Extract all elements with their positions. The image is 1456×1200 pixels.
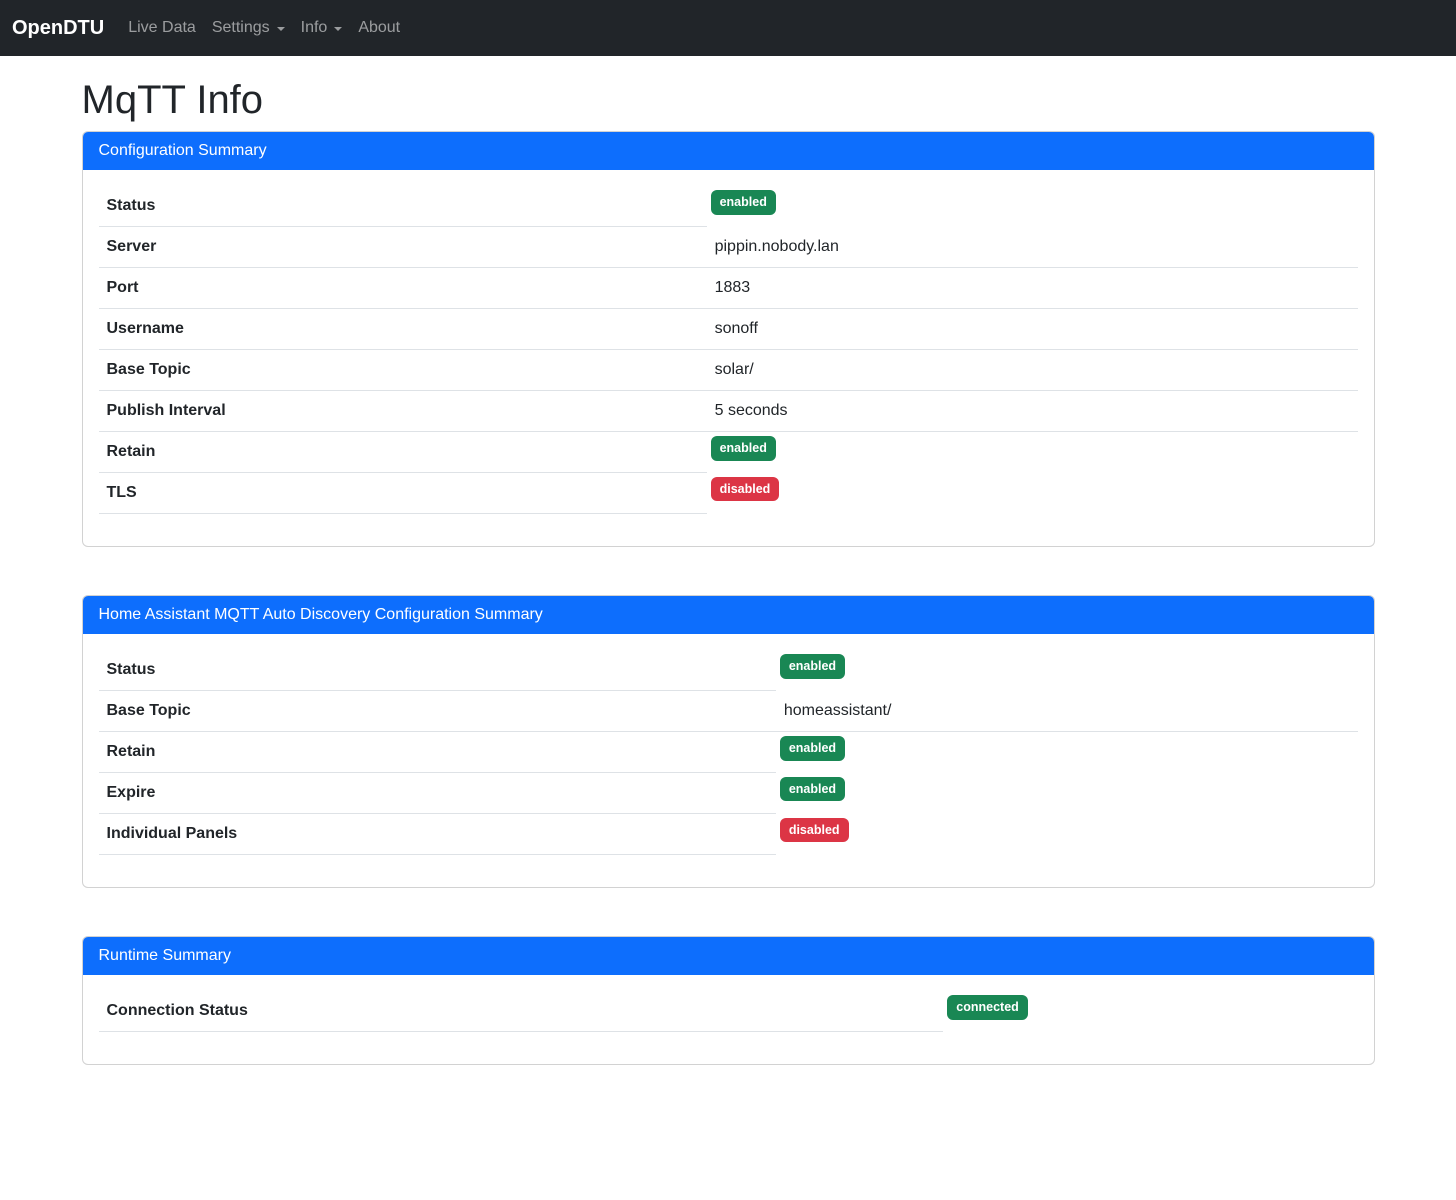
row-value: 1883 xyxy=(707,268,1358,309)
row-label: Base Topic xyxy=(99,691,776,732)
card-header-configuration-summary: Configuration Summary xyxy=(83,132,1374,170)
table-row: Base Topic homeassistant/ xyxy=(99,691,1358,732)
row-value: solar/ xyxy=(707,350,1358,391)
table-row: Username sonoff xyxy=(99,309,1358,350)
row-value: 5 seconds xyxy=(707,391,1358,432)
status-badge: disabled xyxy=(711,477,780,502)
status-badge: enabled xyxy=(780,736,845,761)
row-label: Connection Status xyxy=(99,991,944,1032)
nav-item-info[interactable]: Info xyxy=(293,11,351,45)
nav-item-settings-label: Settings xyxy=(212,19,270,37)
chevron-down-icon xyxy=(334,27,342,31)
card-body: Status enabled Server pippin.nobody.lan … xyxy=(83,170,1374,546)
row-value: pippin.nobody.lan xyxy=(707,227,1358,268)
nav-item-settings[interactable]: Settings xyxy=(204,11,293,45)
row-label: Expire xyxy=(99,773,776,814)
card-body: Connection Status connected xyxy=(83,975,1374,1064)
nav-item-about[interactable]: About xyxy=(350,11,408,45)
main-content: MqTT Info Configuration Summary Status e… xyxy=(82,77,1375,1065)
page-title: MqTT Info xyxy=(82,77,1375,123)
row-label: Username xyxy=(99,309,707,350)
row-value: enabled xyxy=(707,432,1358,473)
status-badge: enabled xyxy=(780,777,845,802)
card-header-runtime-summary: Runtime Summary xyxy=(83,937,1374,975)
table-row: Port 1883 xyxy=(99,268,1358,309)
row-value: disabled xyxy=(776,814,1358,855)
row-label: Retain xyxy=(99,732,776,773)
navbar-brand[interactable]: OpenDTU xyxy=(12,17,104,40)
table-row: Retain enabled xyxy=(99,732,1358,773)
card-runtime-summary: Runtime Summary Connection Status connec… xyxy=(82,936,1375,1065)
row-value: connected xyxy=(943,991,1357,1032)
row-label: Status xyxy=(99,650,776,691)
row-value: disabled xyxy=(707,473,1358,514)
table-row: Server pippin.nobody.lan xyxy=(99,227,1358,268)
status-badge: enabled xyxy=(711,190,776,215)
runtime-summary-table: Connection Status connected xyxy=(99,991,1358,1032)
row-value: enabled xyxy=(776,650,1358,691)
status-badge: enabled xyxy=(711,436,776,461)
row-label: Retain xyxy=(99,432,707,473)
table-row: Retain enabled xyxy=(99,432,1358,473)
card-configuration-summary: Configuration Summary Status enabled Ser… xyxy=(82,131,1375,547)
status-badge: disabled xyxy=(780,818,849,843)
table-row: Status enabled xyxy=(99,650,1358,691)
row-label: Server xyxy=(99,227,707,268)
configuration-summary-table: Status enabled Server pippin.nobody.lan … xyxy=(99,186,1358,514)
page: OpenDTU Live Data Settings Info About Mq… xyxy=(0,0,1456,1200)
row-value: enabled xyxy=(776,773,1358,814)
nav-item-live-data[interactable]: Live Data xyxy=(120,11,204,45)
table-row: TLS disabled xyxy=(99,473,1358,514)
table-row: Base Topic solar/ xyxy=(99,350,1358,391)
card-ha-auto-discovery-summary: Home Assistant MQTT Auto Discovery Confi… xyxy=(82,595,1375,888)
row-label: Individual Panels xyxy=(99,814,776,855)
table-row: Connection Status connected xyxy=(99,991,1358,1032)
row-label: Base Topic xyxy=(99,350,707,391)
status-badge: enabled xyxy=(780,654,845,679)
row-value: enabled xyxy=(707,186,1358,227)
row-value: sonoff xyxy=(707,309,1358,350)
table-row: Status enabled xyxy=(99,186,1358,227)
table-row: Expire enabled xyxy=(99,773,1358,814)
ha-auto-discovery-table: Status enabled Base Topic homeassistant/… xyxy=(99,650,1358,855)
row-label: TLS xyxy=(99,473,707,514)
navbar: OpenDTU Live Data Settings Info About xyxy=(0,0,1456,56)
nav-item-info-label: Info xyxy=(301,19,328,37)
connection-status-badge: connected xyxy=(947,995,1028,1020)
row-label: Status xyxy=(99,186,707,227)
table-row: Publish Interval 5 seconds xyxy=(99,391,1358,432)
card-body: Status enabled Base Topic homeassistant/… xyxy=(83,634,1374,887)
row-value: enabled xyxy=(776,732,1358,773)
table-row: Individual Panels disabled xyxy=(99,814,1358,855)
row-label: Publish Interval xyxy=(99,391,707,432)
card-header-ha-auto-discovery: Home Assistant MQTT Auto Discovery Confi… xyxy=(83,596,1374,634)
row-value: homeassistant/ xyxy=(776,691,1358,732)
navbar-links: Live Data Settings Info About xyxy=(120,11,408,45)
chevron-down-icon xyxy=(277,27,285,31)
row-label: Port xyxy=(99,268,707,309)
